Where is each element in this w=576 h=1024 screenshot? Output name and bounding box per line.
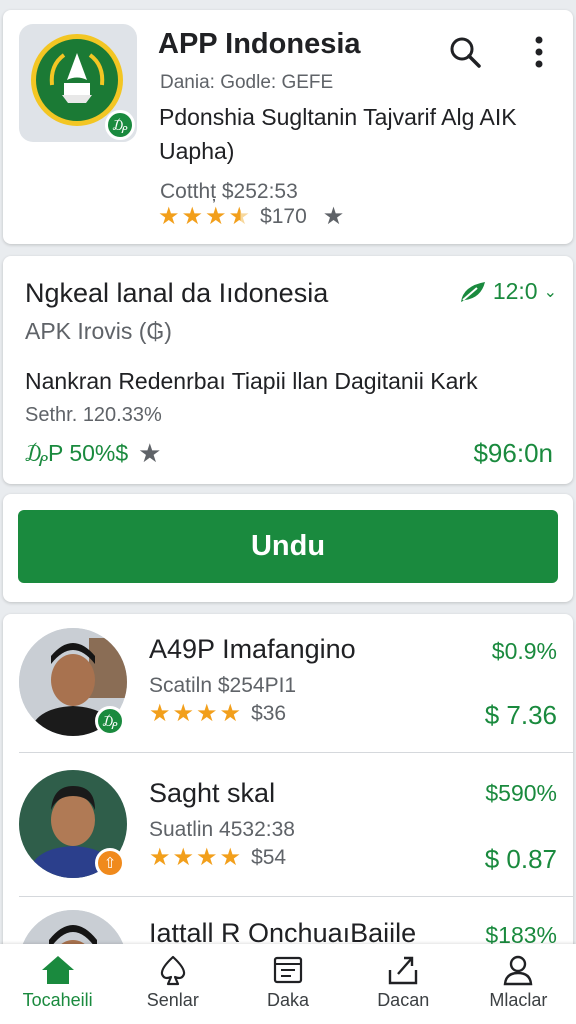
app-title: APP Indonesia (158, 28, 361, 60)
bottom-navigation: Tocaheili Senlar Daka Dacan Mlaclar (0, 944, 576, 1024)
upgrade-badge-icon: ⇧ (95, 848, 125, 878)
item-rating: ★ ★ ★ ★ $36 (149, 702, 286, 726)
item-percent: $590% (485, 780, 557, 806)
person-icon (504, 955, 533, 986)
star-icon: ★ (219, 844, 242, 871)
star-icon: ★ (196, 844, 218, 871)
rating-row: ★ ★ ★ ★ $170 ★ (158, 202, 344, 231)
list-item[interactable]: ⇧ Saght skal Suatlin 4532:38 ★ ★ ★ ★ $54… (3, 756, 573, 898)
star-icon: ★ (196, 700, 218, 727)
garuda-emblem-icon (31, 34, 123, 126)
related-list: ₯ A49P Imafangino Scatiln $254PI1 ★ ★ ★ … (3, 614, 573, 954)
star-icon: ★ (149, 700, 171, 727)
version-label: 12:0 (492, 278, 538, 304)
item-percent: $0.9% (491, 638, 557, 664)
list-item[interactable]: ₯ A49P Imafangino Scatiln $254PI1 ★ ★ ★ … (3, 614, 573, 756)
app-icon[interactable]: ₯ (19, 24, 137, 142)
star-icon: ★ (158, 202, 180, 230)
item-rating: ★ ★ ★ ★ $54 (149, 846, 286, 870)
item-sub: Scatiln $254PI1 (149, 674, 297, 697)
star-tag-icon[interactable]: ★ (138, 438, 161, 469)
item-sub: Suatlin 4532:38 (149, 818, 295, 841)
item-name: Saght skal (149, 778, 276, 808)
item-price: $ 0.87 (484, 844, 557, 874)
star-icon: ★ (181, 202, 204, 230)
app-cost: Cotthț $252:53 (160, 180, 298, 203)
developer-label: Dania: Godle: GEFE (160, 72, 334, 93)
nav-item-senlar[interactable]: Senlar (115, 944, 230, 1024)
app-description: Pdonshia Sugltanin Tajvarif Alg AIK Uaph… (159, 104, 517, 164)
home-icon (41, 956, 74, 984)
verified-badge-icon: ₯ (95, 706, 125, 736)
divider (19, 752, 573, 753)
nav-item-mlaclar[interactable]: Mlaclar (461, 944, 576, 1024)
star-icon: ★ (149, 844, 171, 871)
item-price: $ 7.36 (484, 700, 557, 730)
star-icon: ★ (172, 844, 195, 871)
discount-label: ₯P 50%$ (25, 440, 129, 466)
share-icon (389, 956, 418, 985)
info-price: $96:0n (473, 438, 553, 468)
info-title: Ngkeal lanal da Iıdonesia (25, 278, 329, 308)
info-sethr: Sethr. 120.33% (25, 404, 162, 426)
star-icon: ★ (172, 700, 195, 727)
leaf-icon (460, 281, 485, 302)
nav-label: Dacan (377, 990, 430, 1010)
app-info-card: Ngkeal lanal da Iıdonesia 12:0 ⌄ APK Iro… (3, 256, 573, 484)
nav-label: Daka (266, 990, 310, 1010)
info-subtitle: APK Irovis (₲) (25, 318, 172, 344)
nav-item-dacan[interactable]: Dacan (346, 944, 461, 1024)
install-button[interactable]: Undu (18, 510, 558, 583)
nav-label: Tocaheili (22, 990, 93, 1010)
star-icon: ★ (219, 700, 242, 727)
rating-count: $170 (260, 204, 307, 228)
nav-label: Senlar (146, 990, 199, 1010)
spade-icon (160, 955, 185, 986)
favorite-star-icon[interactable]: ★ (323, 202, 345, 231)
star-half-icon: ★ (228, 202, 251, 230)
divider (19, 896, 573, 897)
more-vert-icon[interactable] (521, 32, 557, 72)
version-selector[interactable]: 12:0 ⌄ (459, 278, 557, 305)
verified-badge-icon: ₯ (105, 110, 135, 140)
star-icon: ★ (205, 202, 227, 230)
item-count: $36 (251, 702, 287, 725)
nav-item-daka[interactable]: Daka (230, 944, 345, 1024)
nav-label: Mlaclar (489, 990, 548, 1010)
nav-item-home[interactable]: Tocaheili (0, 944, 115, 1024)
item-count: $54 (251, 846, 287, 869)
chevron-down-icon: ⌄ (543, 283, 557, 301)
search-icon[interactable] (445, 32, 485, 72)
discount-row: ₯P 50%$ ★ (25, 438, 161, 469)
app-header-card: ₯ APP Indonesia Dania: Godle: GEFE Pdons… (3, 10, 573, 244)
info-description: Nankran Redenrbaı Tiapii llan Dagitanii … (25, 368, 478, 394)
install-card: Undu (3, 494, 573, 602)
document-icon (273, 956, 303, 984)
item-name: A49P Imafangino (149, 634, 356, 664)
